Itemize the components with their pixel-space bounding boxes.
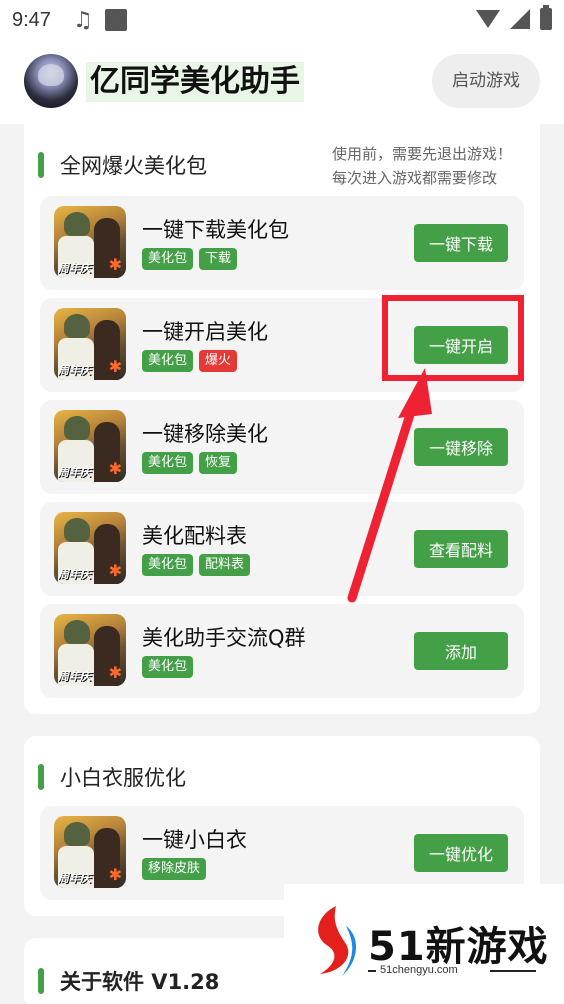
game-thumbnail: 周年庆 ✱ [54,206,126,278]
thumb-tag: 周年庆 [58,872,91,885]
star-icon: ✱ [108,561,122,580]
tag: 美化包 [142,248,194,270]
section-bar [38,152,44,178]
divider [368,970,376,972]
section-title-text: 全网爆火美化包 [60,154,207,178]
app-header: 亿同学美化助手 启动游戏 [0,40,564,124]
tag: 配料表 [199,554,251,576]
watermark-url: 51chengyu.com [380,964,458,976]
star-icon: ✱ [108,865,122,884]
tag-list: 美化包 [142,656,194,678]
tag: 恢复 [199,452,238,474]
music-note-icon: ♫ [72,7,93,33]
star-icon: ✱ [108,357,122,376]
tag: 美化包 [142,656,194,678]
avatar[interactable] [24,54,78,108]
item-title: 一键小白衣 [142,828,247,852]
list-item-download: 周年庆 ✱ 一键下载美化包 美化包 下载 一键下载 [40,196,524,290]
tag-list: 移除皮肤 [142,858,207,880]
game-thumbnail: 周年庆 ✱ [54,816,126,888]
tag-list: 美化包 下载 [142,248,238,270]
section-title: 关于软件 V1.28 [38,966,219,996]
tag-list: 美化包 恢复 [142,452,238,474]
signal-icon [510,9,530,29]
usage-note-line1: 使用前，需要先退出游戏！ [331,145,512,163]
section-title-text: 关于软件 V1.28 [60,970,220,994]
remove-button[interactable]: 一键移除 [414,428,508,466]
view-ingredients-button[interactable]: 查看配料 [414,530,508,568]
section-title-text: 小白衣服优化 [60,766,186,790]
star-icon: ✱ [108,459,122,478]
beauty-pack-section: 全网爆火美化包 使用前，需要先退出游戏！ 每次进入游戏都需要修改 周年庆 ✱ 一… [24,124,540,714]
item-title: 美化配料表 [142,524,247,548]
game-thumbnail: 周年庆 ✱ [54,308,126,380]
item-title: 一键开启美化 [142,320,268,344]
tag: 移除皮肤 [142,858,207,880]
list-item-ingredients: 周年庆 ✱ 美化配料表 美化包 配料表 查看配料 [40,502,524,596]
divider [490,970,536,972]
watermark: 51新游戏 51chengyu.com [284,884,564,1004]
star-icon: ✱ [108,663,122,682]
item-title: 一键下载美化包 [142,218,289,242]
list-item-enable: 周年庆 ✱ 一键开启美化 美化包 爆火 一键开启 [40,298,524,392]
list-item-remove: 周年庆 ✱ 一键移除美化 美化包 恢复 一键移除 [40,400,524,494]
thumb-tag: 周年庆 [58,670,91,683]
tag: 下载 [199,248,238,270]
section-bar [38,764,44,790]
app-title: 亿同学美化助手 [86,62,304,102]
tag: 美化包 [142,554,194,576]
usage-note: 使用前，需要先退出游戏！ 每次进入游戏都需要修改 [332,142,512,190]
watermark-logo-icon [318,906,357,976]
optimize-button[interactable]: 一键优化 [414,834,508,872]
tag-list: 美化包 爆火 [142,350,238,372]
status-icons [476,5,552,30]
status-bar: 9:47 ♫ [0,0,564,40]
game-thumbnail: 周年庆 ✱ [54,614,126,686]
enable-button[interactable]: 一键开启 [414,326,508,364]
status-time: 9:47 [12,8,51,31]
usage-note-line2: 每次进入游戏都需要修改 [331,169,497,187]
download-button[interactable]: 一键下载 [414,224,508,262]
thumb-tag: 周年庆 [58,364,91,377]
section-title: 小白衣服优化 [38,762,186,792]
game-thumbnail: 周年庆 ✱ [54,512,126,584]
thumb-tag: 周年庆 [58,262,91,275]
thumb-tag: 周年庆 [58,568,91,581]
notification-icon [104,9,127,31]
item-title: 美化助手交流Q群 [142,626,306,650]
hot-tag: 爆火 [199,350,238,372]
section-title: 全网爆火美化包 [38,150,207,180]
thumb-tag: 周年庆 [58,466,91,479]
tag: 美化包 [142,452,194,474]
item-title: 一键移除美化 [142,422,268,446]
battery-icon [540,5,552,30]
section-bar [38,968,44,994]
game-thumbnail: 周年庆 ✱ [54,410,126,482]
tag-list: 美化包 配料表 [142,554,251,576]
add-group-button[interactable]: 添加 [414,632,508,670]
wifi-icon [476,10,500,28]
launch-game-button[interactable]: 启动游戏 [432,54,540,108]
tag: 美化包 [142,350,194,372]
star-icon: ✱ [108,255,122,274]
list-item-qq-group: 周年庆 ✱ 美化助手交流Q群 美化包 添加 [40,604,524,698]
